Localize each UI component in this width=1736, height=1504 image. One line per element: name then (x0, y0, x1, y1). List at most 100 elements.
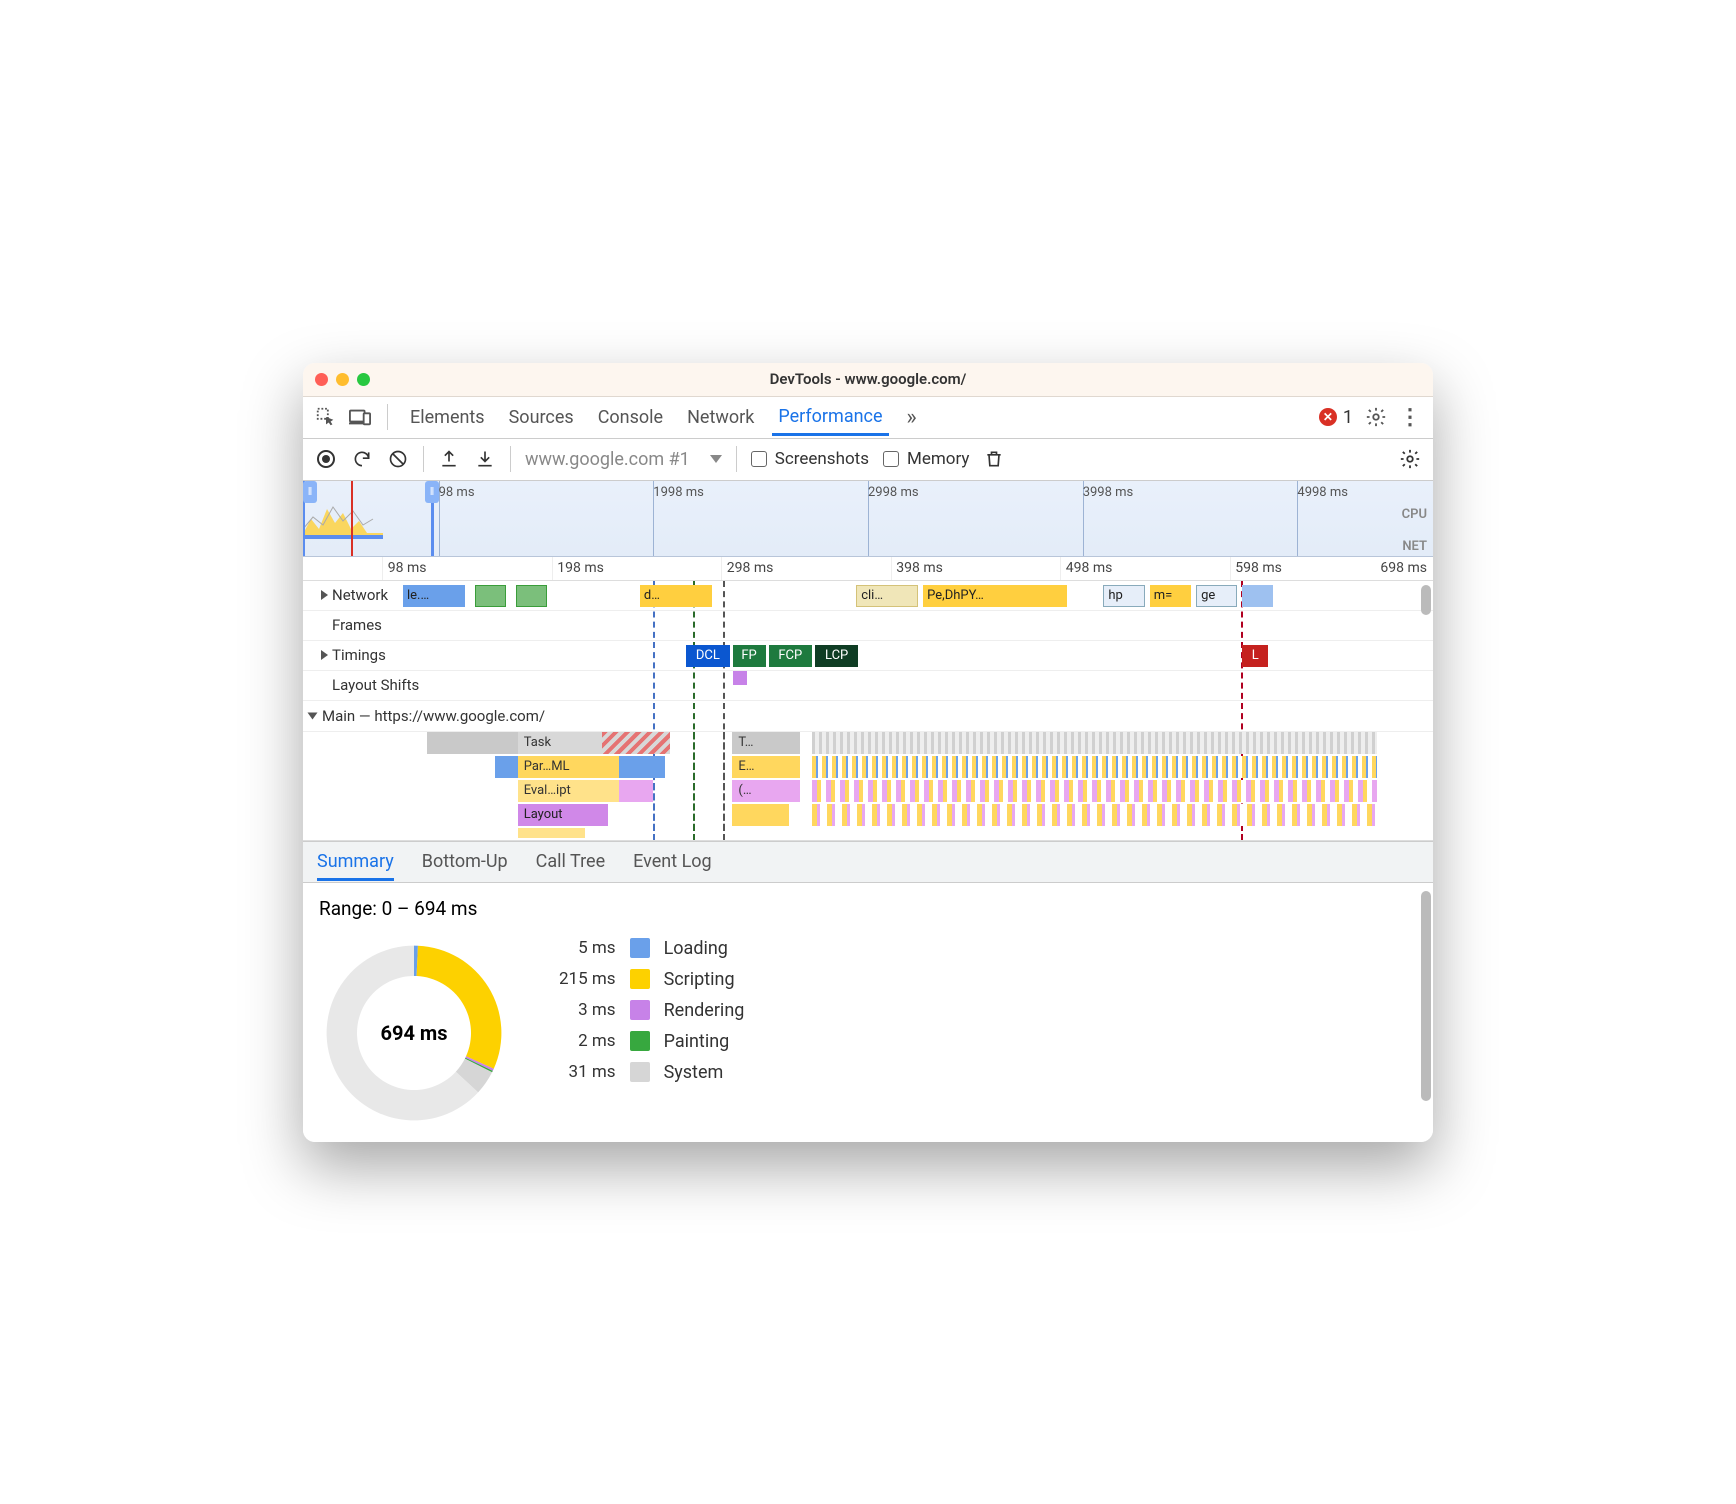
tab-call-tree[interactable]: Call Tree (536, 843, 605, 880)
main-tabbar: Elements Sources Console Network Perform… (303, 397, 1433, 439)
network-block[interactable]: ge (1196, 585, 1237, 607)
flame-stripes[interactable] (812, 780, 1377, 802)
error-count: 1 (1343, 407, 1353, 428)
legend-swatch (630, 1000, 650, 1020)
scrollbar-thumb[interactable] (1421, 585, 1431, 615)
ruler-tick: 498 ms (1066, 560, 1113, 576)
timing-fcp[interactable]: FCP (769, 645, 812, 667)
timing-lcp[interactable]: LCP (815, 645, 858, 667)
timing-dcl[interactable]: DCL (686, 645, 729, 667)
overview-tick: 1998 ms (653, 485, 704, 500)
inspect-element-icon[interactable] (315, 406, 337, 428)
titlebar: DevTools - www.google.com/ (303, 363, 1433, 397)
flame-block[interactable] (619, 780, 653, 802)
tab-performance[interactable]: Performance (772, 398, 888, 436)
flame-chart[interactable]: Task T… Par…ML E… Eval…ipt (… (303, 732, 1433, 841)
flame-paren[interactable]: (… (732, 780, 800, 802)
network-block[interactable]: cli… (856, 585, 918, 607)
legend-value: 5 ms (559, 938, 616, 958)
flame-idle[interactable] (427, 732, 517, 754)
track-label: Layout Shifts (332, 676, 419, 694)
checkbox-icon (751, 451, 767, 467)
flame-parml[interactable]: Par…ML (518, 756, 620, 778)
scrollbar-thumb[interactable] (1421, 891, 1431, 1101)
trash-icon[interactable] (983, 448, 1005, 470)
capture-settings-icon[interactable] (1399, 448, 1421, 470)
tab-elements[interactable]: Elements (404, 399, 491, 436)
track-frames[interactable]: Frames (303, 611, 1433, 641)
flame-block[interactable] (518, 828, 586, 838)
settings-icon[interactable] (1365, 406, 1387, 428)
flame-block[interactable] (495, 756, 518, 778)
track-timings[interactable]: Timings DCL FP FCP LCP L (303, 641, 1433, 671)
flame-e[interactable]: E… (732, 756, 800, 778)
upload-icon[interactable] (438, 448, 460, 470)
close-window-button[interactable] (315, 373, 328, 386)
screenshots-checkbox[interactable]: Screenshots (751, 449, 869, 469)
overview-handle-right[interactable] (425, 481, 439, 503)
overview-tick: 4998 ms (1297, 485, 1348, 500)
more-tabs-icon[interactable]: » (901, 406, 923, 428)
timing-l[interactable]: L (1242, 645, 1268, 667)
track-label: Network (332, 586, 388, 604)
layout-shift-block[interactable] (733, 671, 747, 685)
flame-block[interactable] (619, 756, 664, 778)
timing-fp[interactable]: FP (733, 645, 766, 667)
legend-swatch (630, 969, 650, 989)
track-layout-shifts[interactable]: Layout Shifts (303, 671, 1433, 701)
donut-slice (417, 945, 502, 1068)
summary-donut: 694 ms (319, 938, 509, 1128)
network-block[interactable] (516, 585, 547, 607)
flame-task[interactable]: T… (732, 732, 800, 754)
toolbar-separator-3 (736, 446, 737, 472)
detail-tabs: Summary Bottom-Up Call Tree Event Log (303, 841, 1433, 883)
minimize-window-button[interactable] (336, 373, 349, 386)
clear-icon[interactable] (387, 448, 409, 470)
window-title: DevTools - www.google.com/ (303, 370, 1433, 388)
download-icon[interactable] (474, 448, 496, 470)
tab-bottom-up[interactable]: Bottom-Up (422, 843, 508, 880)
track-label: Timings (332, 646, 386, 664)
flame-stripes[interactable] (812, 804, 1377, 826)
memory-checkbox[interactable]: Memory (883, 449, 969, 469)
tab-summary[interactable]: Summary (317, 843, 394, 881)
network-block[interactable]: Pe,DhPY… (923, 585, 1067, 607)
network-block[interactable] (475, 585, 506, 607)
overview-handle-left[interactable] (303, 481, 317, 503)
legend-label: System (664, 1062, 745, 1083)
flame-long-task[interactable] (602, 732, 670, 754)
timeline-overview[interactable]: 98 ms 1998 ms 2998 ms 3998 ms 4998 ms CP… (303, 481, 1433, 557)
ruler-tick: 298 ms (727, 560, 774, 576)
zoom-window-button[interactable] (357, 373, 370, 386)
tab-console[interactable]: Console (592, 399, 669, 436)
error-indicator[interactable]: ✕ 1 (1319, 407, 1353, 428)
flame-block[interactable] (732, 804, 789, 826)
screenshots-label: Screenshots (775, 449, 869, 469)
device-toolbar-icon[interactable] (349, 406, 371, 428)
collapse-icon[interactable] (308, 712, 318, 719)
flame-stripes[interactable] (812, 756, 1377, 778)
kebab-menu-icon[interactable]: ⋮ (1399, 406, 1421, 428)
network-block[interactable]: le.… (403, 585, 465, 607)
track-main[interactable]: Main — https://www.google.com/ Task T… P… (303, 701, 1433, 841)
network-block[interactable]: d… (640, 585, 712, 607)
flame-eval[interactable]: Eval…ipt (518, 780, 620, 802)
toolbar-separator (423, 446, 424, 472)
network-block[interactable]: m= (1150, 585, 1191, 607)
reload-record-icon[interactable] (351, 448, 373, 470)
tab-event-log[interactable]: Event Log (633, 843, 712, 880)
record-icon[interactable] (315, 448, 337, 470)
tab-network[interactable]: Network (681, 399, 760, 436)
recording-selector[interactable]: www.google.com #1 (525, 449, 722, 470)
network-block[interactable] (1242, 585, 1273, 607)
legend-swatch (630, 938, 650, 958)
tab-sources[interactable]: Sources (503, 399, 580, 436)
track-network[interactable]: Network le.… d… cli… Pe,DhPY… hp m= ge (303, 581, 1433, 611)
network-block[interactable]: hp (1103, 585, 1144, 607)
toolbar-separator-2 (510, 446, 511, 472)
flame-stripes[interactable] (812, 732, 1377, 754)
ruler-tick: 198 ms (557, 560, 604, 576)
legend-swatch (630, 1062, 650, 1082)
flame-ruler[interactable]: 98 ms 198 ms 298 ms 398 ms 498 ms 598 ms… (303, 557, 1433, 581)
flame-layout[interactable]: Layout (518, 804, 608, 826)
